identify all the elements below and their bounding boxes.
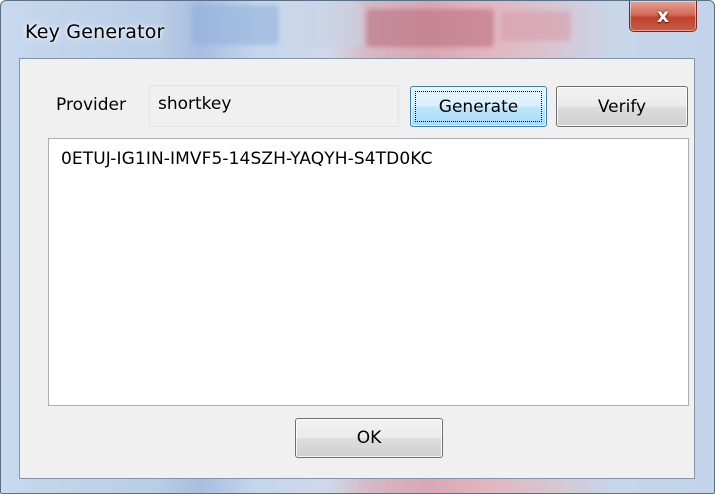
verify-button[interactable]: Verify: [556, 86, 688, 127]
ok-button[interactable]: OK: [295, 418, 443, 458]
key-output-textbox[interactable]: 0ETUJ-IG1IN-IMVF5-14SZH-YAQYH-S4TD0KC: [48, 138, 689, 406]
close-icon: x: [656, 5, 670, 27]
window-title: Key Generator: [25, 21, 165, 43]
verify-button-label: Verify: [597, 96, 647, 117]
generate-button[interactable]: Generate: [410, 86, 547, 127]
close-button[interactable]: x: [629, 1, 697, 32]
provider-label: Provider: [56, 95, 126, 115]
title-bar[interactable]: Key Generator x: [1, 1, 714, 59]
provider-value: shortkey: [158, 94, 232, 114]
generated-key-text: 0ETUJ-IG1IN-IMVF5-14SZH-YAQYH-S4TD0KC: [61, 149, 433, 169]
ok-button-label: OK: [356, 428, 382, 448]
dialog-client-area: Provider shortkey Generate Verify 0ETUJ-…: [19, 58, 695, 479]
key-generator-window: Key Generator x Provider shortkey Genera…: [0, 0, 715, 494]
provider-field[interactable]: shortkey: [149, 85, 399, 127]
generate-button-label: Generate: [438, 96, 519, 117]
